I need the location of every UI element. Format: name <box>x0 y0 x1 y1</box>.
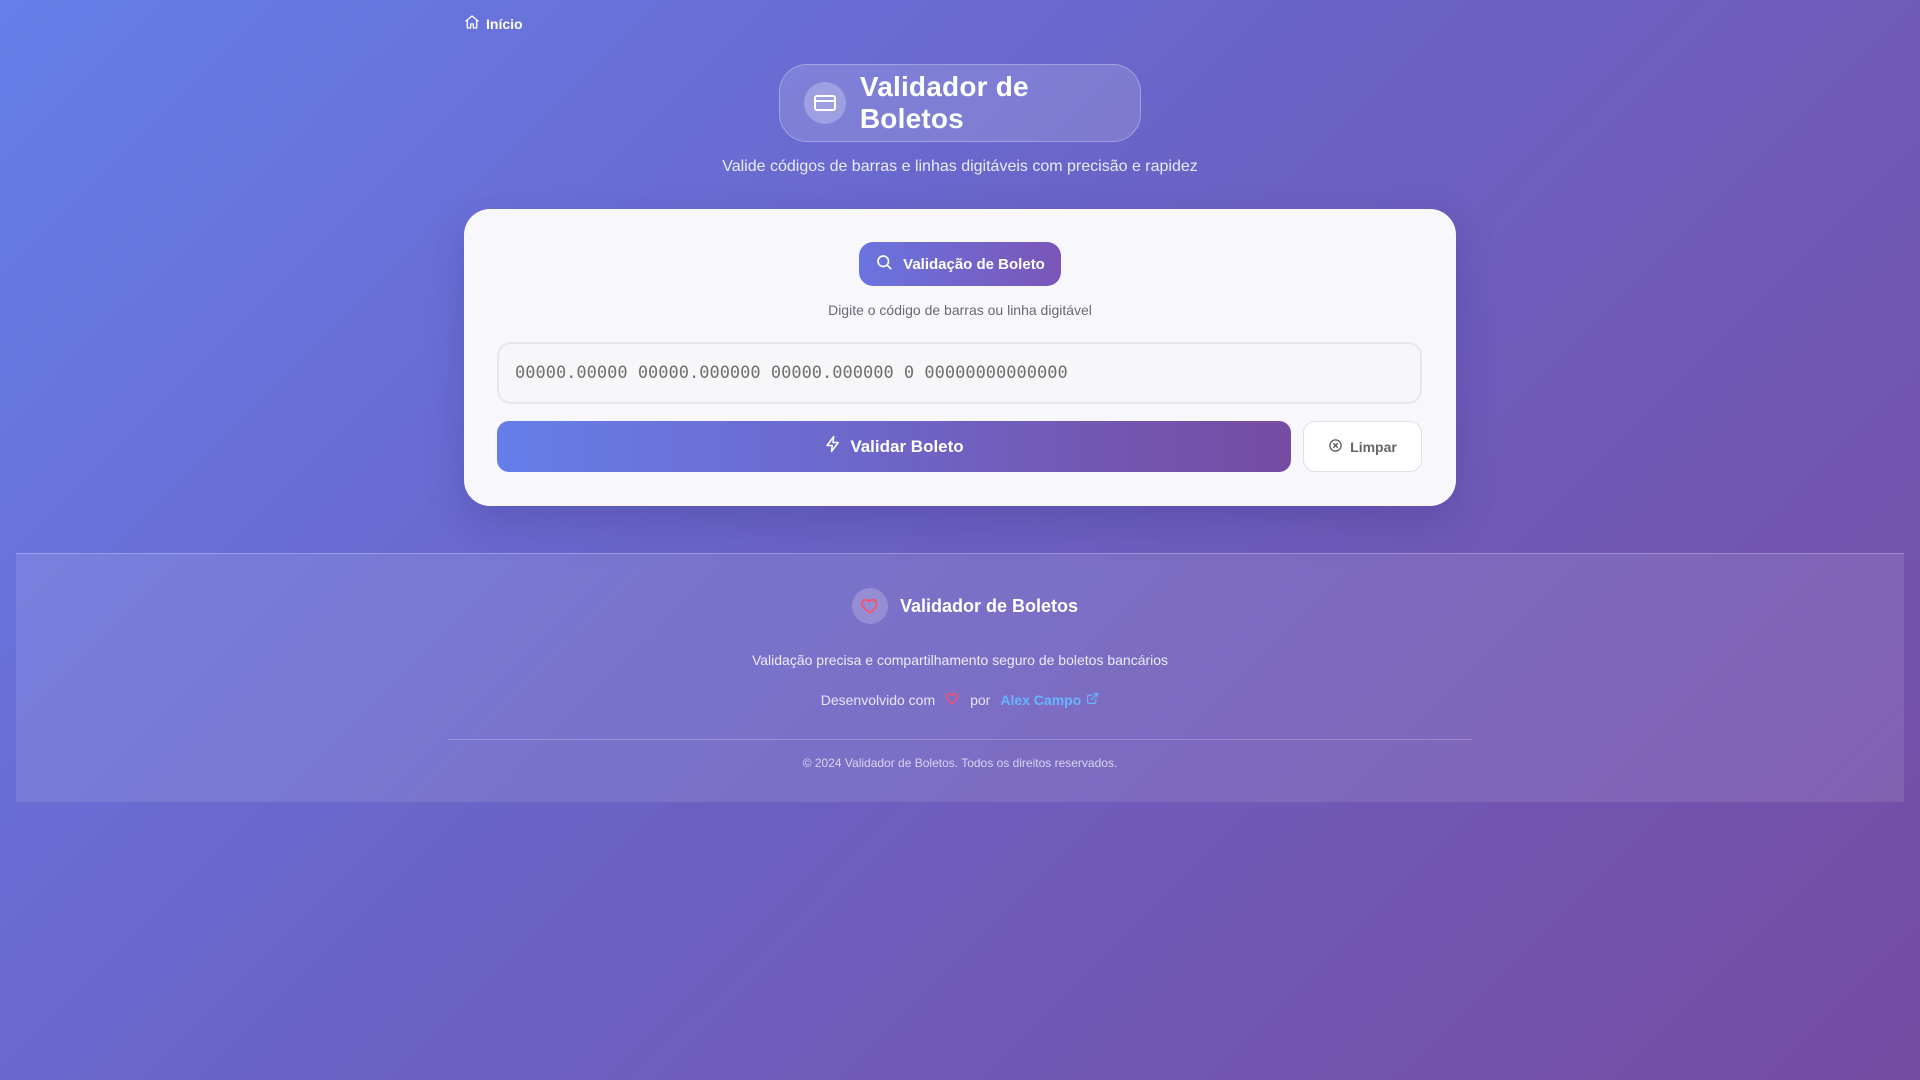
clear-button[interactable]: Limpar <box>1303 421 1422 472</box>
footer-brand: Validador de Boletos <box>852 588 1078 624</box>
heart-icon <box>852 588 888 624</box>
input-instruction: Digite o código de barras ou linha digit… <box>828 302 1092 318</box>
validate-button-label: Validar Boleto <box>850 436 964 456</box>
external-link-icon <box>1086 692 1099 708</box>
hero-header: Validador de Boletos <box>779 64 1141 142</box>
credit-prefix: Desenvolvido com <box>820 692 936 708</box>
footer-tagline: Validação precisa e compartilhamento seg… <box>751 652 1169 668</box>
validation-badge-label: Validação de Boleto <box>903 255 1045 273</box>
home-icon <box>464 14 480 33</box>
footer-credit: Desenvolvido com por Alex Campo <box>16 691 1904 709</box>
credit-by: por <box>970 692 991 708</box>
search-icon <box>875 253 893 275</box>
validate-button[interactable]: Validar Boleto <box>497 421 1291 472</box>
heart-icon <box>945 691 960 709</box>
credit-card-icon <box>804 82 846 124</box>
boleto-code-input[interactable] <box>497 342 1422 404</box>
clear-button-label: Limpar <box>1350 438 1397 455</box>
home-link-label: Início <box>486 15 523 32</box>
page-subtitle: Valide códigos de barras e linhas digitá… <box>722 158 1198 175</box>
validation-badge: Validação de Boleto <box>859 242 1061 286</box>
footer-title: Validador de Boletos <box>900 595 1079 616</box>
home-link[interactable]: Início <box>464 14 523 33</box>
footer-divider <box>448 739 1472 740</box>
validator-card: Validação de Boleto Digite o código de b… <box>464 209 1456 506</box>
author-link[interactable]: Alex Campo <box>1000 692 1099 708</box>
page-title: Validador de Boletos <box>859 71 1029 134</box>
lightning-icon <box>824 435 842 458</box>
copyright: © 2024 Validador de Boletos. Todos os di… <box>802 756 1118 770</box>
x-circle-icon <box>1328 438 1343 456</box>
footer: Validador de Boletos Validação precisa e… <box>16 553 1904 802</box>
author-name: Alex Campo <box>1000 692 1082 708</box>
